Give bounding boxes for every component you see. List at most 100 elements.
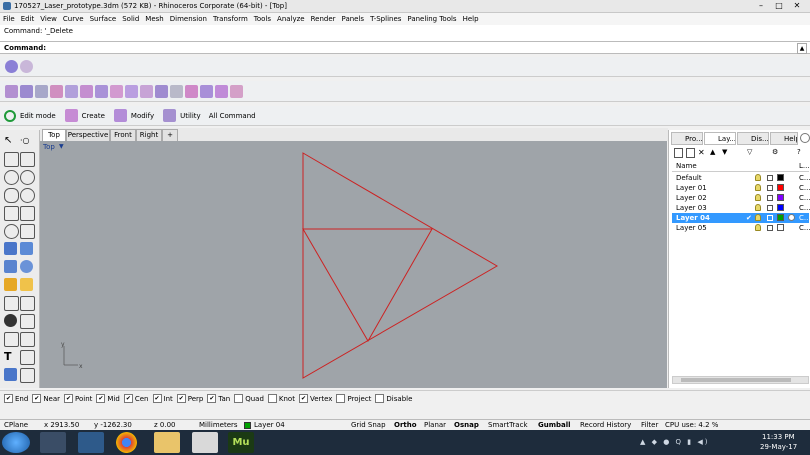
- smarttrack-toggle[interactable]: SmartTrack: [488, 421, 528, 429]
- osnap-cen[interactable]: ✔ Cen: [123, 394, 149, 403]
- clock-date[interactable]: 29-May-17: [760, 443, 797, 451]
- checkbox-icon[interactable]: ✔: [32, 394, 42, 403]
- transform-icon[interactable]: [4, 296, 19, 311]
- inner-triangle-curve[interactable]: [302, 228, 433, 343]
- units-label[interactable]: Millimeters: [199, 421, 238, 429]
- osnap-toggle[interactable]: Osnap: [454, 421, 479, 429]
- layer-color-swatch[interactable]: [777, 204, 784, 211]
- arc-icon[interactable]: [4, 188, 19, 203]
- layer-color-swatch[interactable]: [777, 214, 784, 221]
- polygon-icon[interactable]: [4, 206, 19, 221]
- surface-tool-icon-4[interactable]: [50, 84, 63, 98]
- boolean-icon[interactable]: [4, 314, 17, 327]
- surface-tool-icon-14[interactable]: [200, 84, 213, 98]
- utility-button[interactable]: Utility: [180, 112, 201, 120]
- scroll-up-icon[interactable]: ▲: [797, 43, 807, 54]
- dimension-icon[interactable]: T: [4, 350, 17, 363]
- checkbox-icon[interactable]: ✔: [298, 394, 308, 403]
- osnap-int[interactable]: ✔ Int: [152, 394, 173, 403]
- surface-tool-icon-12[interactable]: [170, 84, 183, 98]
- lightbulb-icon[interactable]: [755, 214, 761, 221]
- lock-icon[interactable]: [767, 205, 773, 211]
- mesh-tool-icon[interactable]: [20, 60, 33, 73]
- checkbox-icon[interactable]: ✔: [207, 394, 217, 403]
- circle-icon[interactable]: [20, 170, 35, 185]
- osnap-near[interactable]: ✔ Near: [32, 394, 60, 403]
- lock-icon[interactable]: [767, 175, 773, 181]
- rectangle-icon[interactable]: [20, 206, 35, 221]
- modify-button[interactable]: Modify: [131, 112, 154, 120]
- menu-panels[interactable]: Panels: [339, 13, 368, 25]
- clock-time[interactable]: 11:33 PM: [762, 433, 795, 441]
- solid-sphere-icon[interactable]: [20, 260, 33, 273]
- viewport-top[interactable]: Top ▼ y x: [40, 141, 667, 388]
- line-icon[interactable]: [20, 152, 35, 167]
- gumball-toggle[interactable]: Gumball: [538, 421, 571, 429]
- lock-icon[interactable]: [767, 215, 773, 221]
- media-player-app-icon[interactable]: [78, 432, 104, 453]
- tab-layers[interactable]: Lay...: [704, 132, 736, 145]
- osnap-perp[interactable]: ✔ Perp: [176, 394, 203, 403]
- move-icon[interactable]: [20, 296, 35, 311]
- tab-display[interactable]: Dis...: [737, 132, 769, 145]
- lightbulb-icon[interactable]: [755, 204, 761, 211]
- grid-snap-toggle[interactable]: Grid Snap: [351, 421, 386, 429]
- current-layer-status[interactable]: Layer 04: [254, 421, 285, 429]
- explorer-app-icon[interactable]: [40, 432, 66, 453]
- osnap-project[interactable]: Project: [336, 394, 371, 403]
- checkbox-icon[interactable]: [336, 394, 346, 403]
- checkbox-icon[interactable]: ✔: [4, 394, 13, 403]
- menu-mesh[interactable]: Mesh: [142, 13, 166, 25]
- surface-tool-icon-15[interactable]: [215, 84, 228, 98]
- solid-box-icon[interactable]: [4, 260, 17, 273]
- create-button[interactable]: Create: [82, 112, 105, 120]
- layer-row-default[interactable]: Default C...: [672, 173, 810, 183]
- scrollbar-thumb[interactable]: [681, 378, 791, 382]
- osnap-disable[interactable]: Disable: [375, 394, 412, 403]
- checkbox-icon[interactable]: ✔: [64, 394, 74, 403]
- osnap-mid[interactable]: ✔ Mid: [96, 394, 120, 403]
- tab-help[interactable]: Help: [770, 132, 798, 145]
- layer-color-swatch[interactable]: [777, 174, 784, 181]
- ellipse-icon[interactable]: [20, 188, 35, 203]
- start-button[interactable]: [2, 432, 30, 453]
- split-icon[interactable]: [20, 332, 35, 347]
- menu-surface[interactable]: Surface: [87, 13, 120, 25]
- large-triangle-curve[interactable]: [302, 152, 498, 379]
- menu-view[interactable]: View: [37, 13, 60, 25]
- lightbulb-icon[interactable]: [755, 184, 761, 191]
- rhino-app-icon[interactable]: [192, 432, 218, 453]
- surface-tool-icon-8[interactable]: [110, 84, 123, 98]
- move-down-icon[interactable]: ▼: [722, 148, 727, 156]
- menu-tools[interactable]: Tools: [251, 13, 274, 25]
- muse-app-icon[interactable]: Mu: [228, 432, 254, 453]
- lock-icon[interactable]: [767, 225, 773, 231]
- block-icon[interactable]: [4, 368, 17, 381]
- checkbox-icon[interactable]: [234, 394, 244, 403]
- text-icon[interactable]: [20, 350, 35, 365]
- surface-tool-icon-3[interactable]: [35, 84, 48, 98]
- polyline-icon[interactable]: [4, 152, 19, 167]
- header-l[interactable]: L...: [799, 161, 810, 171]
- tab-properties[interactable]: Pro...: [671, 132, 703, 145]
- layer-row-04[interactable]: Layer 04 ✔ C...: [672, 213, 810, 223]
- planar-toggle[interactable]: Planar: [424, 421, 446, 429]
- menu-render[interactable]: Render: [308, 13, 339, 25]
- surface-tool-icon-16[interactable]: [230, 84, 243, 98]
- lightbulb-icon[interactable]: [755, 174, 761, 181]
- menu-transform[interactable]: Transform: [210, 13, 251, 25]
- fillet-icon[interactable]: [20, 224, 35, 239]
- new-sublayer-icon[interactable]: [686, 148, 695, 158]
- filter-icon[interactable]: ▽: [747, 148, 752, 156]
- layer-color-swatch[interactable]: [777, 184, 784, 191]
- osnap-knot[interactable]: Knot: [267, 394, 295, 403]
- tray-icons[interactable]: ▲ ◆ ● Q ▮ ◀): [640, 438, 750, 447]
- ortho-toggle[interactable]: Ortho: [394, 421, 417, 429]
- select-arrow-icon[interactable]: ↖: [4, 134, 17, 147]
- new-layer-icon[interactable]: [674, 148, 683, 158]
- minimize-icon[interactable]: –: [754, 1, 768, 11]
- panel-options-icon[interactable]: [800, 133, 810, 143]
- checkbox-icon[interactable]: ✔: [152, 394, 162, 403]
- move-up-icon[interactable]: ▲: [710, 148, 715, 156]
- material-icon[interactable]: [788, 214, 795, 221]
